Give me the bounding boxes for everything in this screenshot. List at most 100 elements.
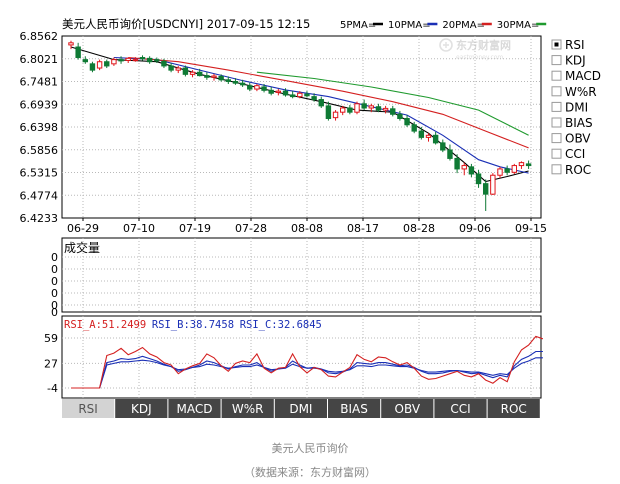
indicator-checkbox[interactable] (551, 117, 562, 128)
chart-title: 美元人民币询价[USDCNYI] 2017-09-15 12:15 (62, 17, 310, 31)
indicator-option-label: DMI (565, 100, 588, 114)
candle-up (111, 59, 117, 65)
price-y-axis: 6.8562 6.8021 6.7481 6.6939 6.6398 6.5856 6.53… (20, 30, 59, 225)
indicator-option-obv[interactable]: OBV (551, 132, 591, 146)
candle-up (425, 134, 432, 138)
rsi-y-tick-label: -4 (47, 382, 58, 395)
price-x-tick-label: 08-08 (291, 222, 323, 235)
candle-up (297, 92, 303, 98)
candle-down (304, 93, 310, 97)
price-y-tick-label: 6.5315 (20, 167, 59, 180)
indicator-option-kdj[interactable]: KDJ (551, 54, 586, 68)
indicator-checkbox[interactable] (551, 86, 562, 97)
candle-up (125, 57, 131, 61)
price-x-tick-label: 08-28 (403, 222, 435, 235)
indicator-checkbox[interactable] (551, 164, 562, 175)
indicator-option-cci[interactable]: CCI (551, 147, 585, 161)
tab-rsi[interactable]: RSI (62, 399, 115, 418)
indicator-checkbox[interactable] (551, 101, 562, 112)
price-y-tick-label: 6.6939 (20, 98, 59, 111)
tab-wpctr[interactable]: W%R (221, 399, 274, 418)
candle-down (82, 59, 88, 63)
ma-legend-label: 30PMA= (497, 20, 540, 31)
candle-down (182, 67, 189, 75)
price-x-axis: 06-29 07-10 07-19 07-28 08-08 08-17 08-28 09-06… (67, 218, 547, 235)
indicator-option-label: KDJ (565, 54, 586, 68)
tab-obv[interactable]: OBV (381, 399, 434, 418)
tab-bias[interactable]: BIAS (328, 399, 381, 418)
tab-roc[interactable]: ROC (487, 399, 540, 418)
price-x-tick-label: 09-15 (515, 222, 547, 235)
candle-down (397, 113, 403, 119)
tab-label: KDJ (131, 402, 152, 416)
candle-up (211, 75, 217, 78)
price-x-tick-label: 06-29 (67, 222, 99, 235)
indicator-option-wpctr[interactable]: W%R (551, 85, 597, 99)
indicator-option-label: W%R (565, 85, 597, 99)
candle-up (511, 165, 517, 173)
indicator-option-rsi[interactable]: RSI (551, 38, 585, 52)
tab-macd[interactable]: MACD (168, 399, 221, 418)
candle-down (390, 108, 396, 115)
watermark-url: eastmoney.com (456, 54, 503, 61)
candle-down (154, 59, 160, 62)
indicator-checkbox[interactable] (551, 55, 562, 66)
indicator-checkbox[interactable] (551, 133, 562, 144)
price-panel (61, 35, 542, 219)
candle-up (461, 165, 467, 170)
candle-down (468, 166, 475, 175)
caption-title: 美元人民币询价 (272, 442, 349, 455)
candle-up (175, 67, 181, 71)
candle-down (504, 168, 510, 173)
candle-down (375, 106, 382, 111)
tab-cci[interactable]: CCI (434, 399, 487, 418)
candle-down (146, 57, 153, 63)
indicator-option-macd[interactable]: MACD (551, 69, 601, 83)
indicator-option-roc[interactable]: ROC (551, 163, 591, 177)
indicator-option-label: RSI (565, 38, 585, 52)
candle-up (96, 61, 103, 69)
price-y-tick-label: 6.8021 (20, 53, 59, 66)
tab-label: BIAS (340, 402, 368, 416)
volume-panel (61, 237, 542, 313)
tab-label: RSI (78, 402, 98, 416)
candle-down (139, 57, 146, 60)
candle-up (332, 111, 339, 119)
rsi-y-tick-label: 27 (44, 357, 58, 370)
rsi-value-label: RSI_C:32.6845 (240, 319, 322, 331)
price-x-tick-label: 07-10 (123, 222, 155, 235)
indicator-checklist[interactable]: RSI KDJMACD W%RDMI BIAS OBVCCI ROC (551, 38, 601, 177)
tab-label: DMI (289, 402, 312, 416)
candle-down (311, 96, 317, 101)
indicator-checkbox[interactable] (551, 148, 562, 159)
price-y-tick-label: 6.8562 (20, 30, 59, 43)
candle-down (454, 157, 460, 170)
tab-label: CCI (450, 402, 470, 416)
candle-down (225, 79, 232, 82)
tab-label: MACD (177, 402, 213, 416)
ma-legend-label: 20PMA= (442, 20, 485, 31)
candle-down (232, 80, 239, 84)
price-x-tick-label: 08-17 (347, 222, 379, 235)
indicator-checkbox[interactable] (551, 70, 562, 81)
candle-down (161, 60, 167, 67)
candle-down (289, 94, 296, 98)
price-y-tick-label: 6.7481 (20, 76, 59, 89)
tab-kdj[interactable]: KDJ (115, 399, 168, 418)
candle-up (132, 59, 139, 62)
tab-dmi[interactable]: DMI (274, 399, 327, 418)
tab-label: ROC (501, 402, 527, 416)
candle-down (282, 90, 289, 96)
indicator-tab-bar[interactable]: RSI KDJ MACD W%R DMI BIAS OBV CCI ROC (62, 399, 540, 418)
candle-up (497, 168, 503, 176)
candle-up (368, 105, 375, 109)
indicator-option-dmi[interactable]: DMI (551, 100, 588, 114)
watermark-name: 东方财富网 (456, 38, 511, 52)
indicator-option-bias[interactable]: BIAS (551, 116, 593, 130)
price-y-tick-label: 6.6398 (20, 121, 59, 134)
candle-up (518, 162, 525, 167)
candle-down (404, 117, 410, 126)
candle-up (340, 107, 346, 113)
ma-legend-label: 10PMA= (388, 20, 431, 31)
candle-up (275, 90, 282, 93)
